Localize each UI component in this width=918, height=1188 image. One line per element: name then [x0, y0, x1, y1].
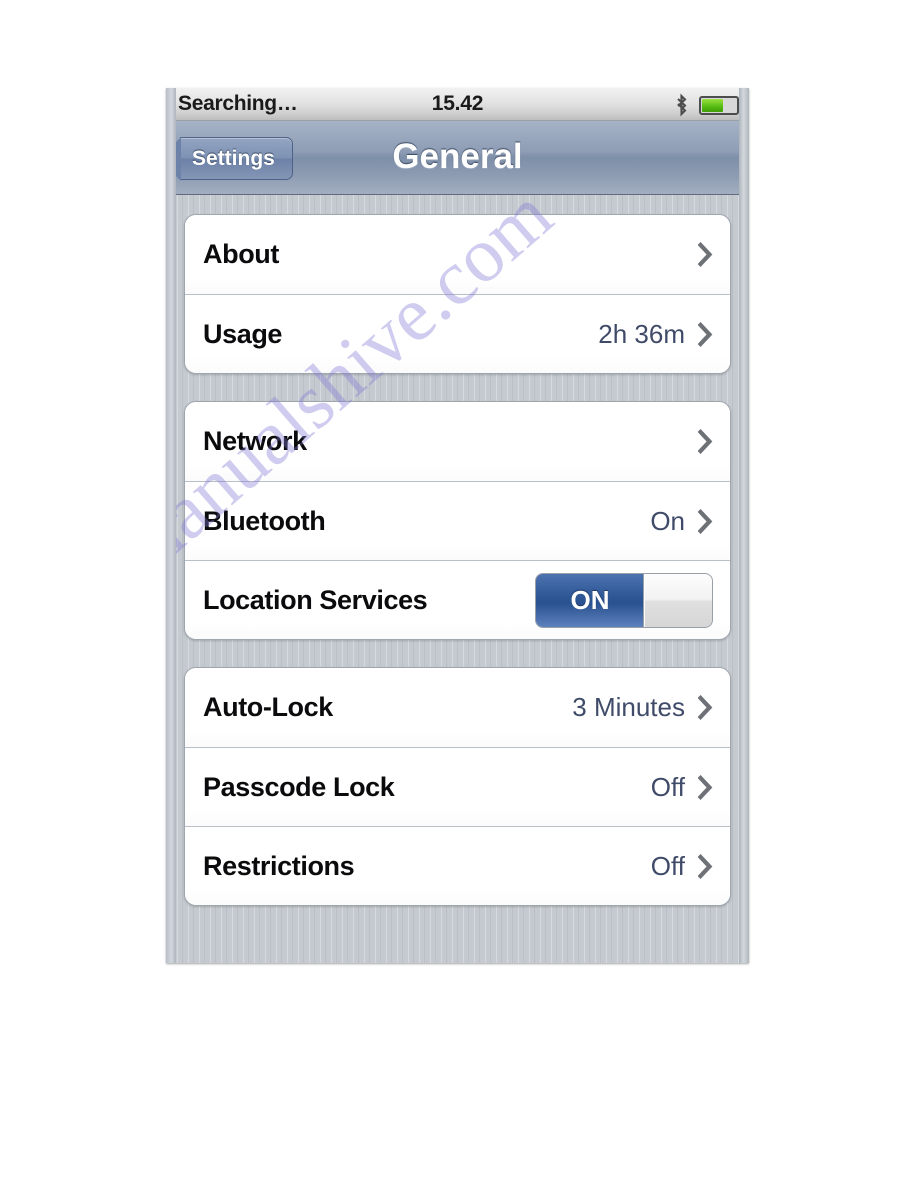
chevron-right-icon — [698, 508, 713, 534]
toggle-state-label: ON — [570, 584, 610, 615]
chevron-right-icon — [698, 242, 713, 267]
chevron-right-icon — [698, 695, 713, 720]
row-label: Restrictions — [203, 850, 355, 881]
settings-row-network[interactable]: Network — [185, 402, 730, 481]
navigation-bar: Settings General — [166, 121, 749, 195]
row-label: Passcode Lock — [203, 771, 395, 802]
settings-row-auto-lock[interactable]: Auto-Lock 3 Minutes — [185, 668, 730, 747]
settings-group-1: About Usage 2h 36m — [184, 214, 731, 374]
settings-row-usage[interactable]: Usage 2h 36m — [185, 294, 730, 373]
row-value: On — [650, 505, 685, 536]
iphone-settings-screenshot: Searching… 15.42 Settings General About — [166, 88, 749, 963]
toggle-knob[interactable] — [643, 573, 712, 627]
row-label: Location Services — [203, 584, 428, 615]
settings-row-about[interactable]: About — [185, 215, 730, 294]
bluetooth-icon — [677, 93, 687, 117]
settings-row-passcode-lock[interactable]: Passcode Lock Off — [185, 747, 730, 826]
location-services-toggle[interactable]: ON — [535, 572, 713, 628]
status-icons — [673, 93, 742, 117]
row-value: Off — [650, 850, 685, 881]
row-label: About — [203, 239, 279, 269]
settings-list[interactable]: About Usage 2h 36m Network Bluetooth On … — [166, 195, 749, 963]
row-value: 2h 36m — [598, 318, 685, 349]
settings-group-3: Auto-Lock 3 Minutes Passcode Lock Off Re… — [184, 667, 731, 906]
row-label: Usage — [203, 318, 283, 349]
row-label: Network — [203, 426, 307, 456]
settings-row-location-services[interactable]: Location Services ON — [185, 560, 730, 639]
back-button-label: Settings — [192, 146, 275, 170]
chevron-right-icon — [698, 321, 713, 347]
status-bar: Searching… 15.42 — [166, 88, 749, 121]
chevron-right-icon — [698, 853, 713, 879]
chevron-right-icon — [698, 429, 713, 454]
settings-row-bluetooth[interactable]: Bluetooth On — [185, 481, 730, 560]
row-value: Off — [650, 771, 685, 802]
chevron-right-icon — [698, 774, 713, 800]
battery-fill — [702, 98, 723, 112]
row-label: Bluetooth — [203, 505, 326, 536]
settings-group-2: Network Bluetooth On Location Services O… — [184, 401, 731, 640]
status-time: 15.42 — [431, 92, 484, 115]
settings-row-restrictions[interactable]: Restrictions Off — [185, 826, 730, 905]
battery-icon — [699, 95, 742, 115]
row-value: 3 Minutes — [572, 692, 685, 722]
row-label: Auto-Lock — [203, 692, 333, 722]
